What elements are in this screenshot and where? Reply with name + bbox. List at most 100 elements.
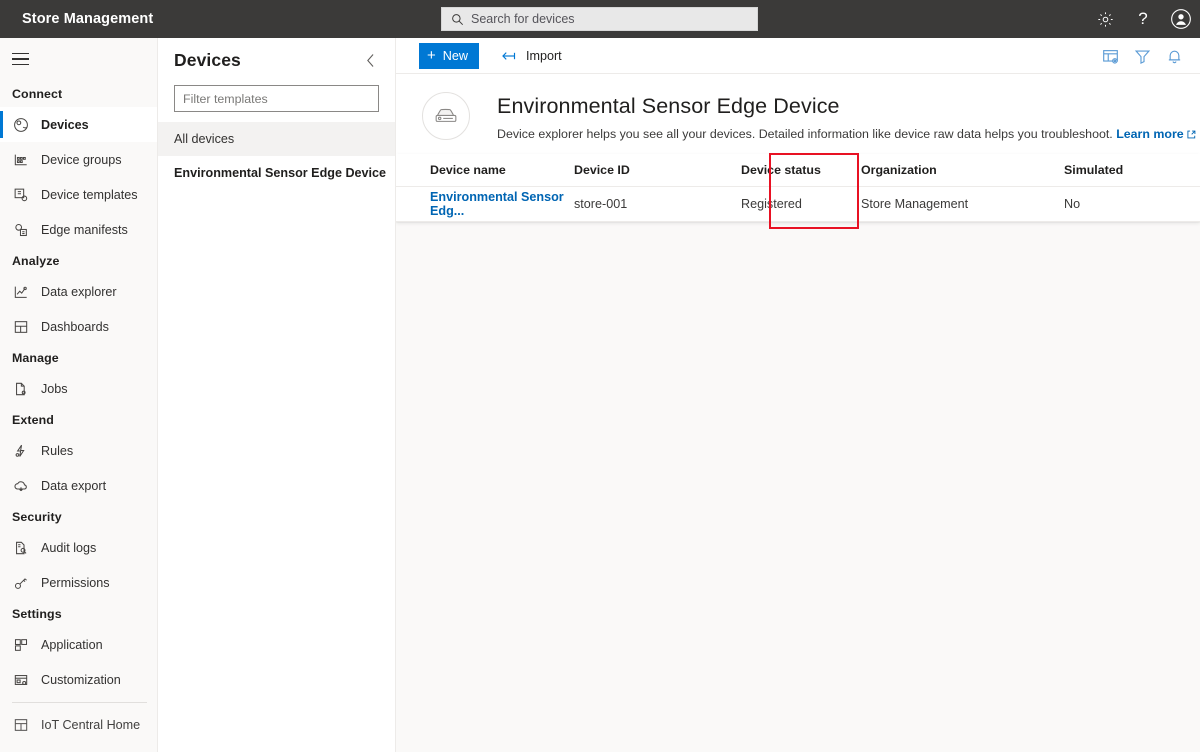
command-bar: + New Import <box>396 38 1200 74</box>
left-navigation: Connect Devices Device groups Device tem… <box>0 38 158 752</box>
sidebar-item-iot-central-home[interactable]: IoT Central Home <box>0 707 157 742</box>
learn-more-link[interactable]: Learn more <box>1116 127 1196 142</box>
table-header-row: Device name Device ID Device status Orga… <box>396 154 1200 187</box>
filter-funnel-icon[interactable] <box>1126 40 1158 72</box>
cell-device-status: Registered <box>741 186 861 222</box>
devices-icon <box>12 116 30 134</box>
sidebar-item-audit-logs[interactable]: Audit logs <box>0 530 157 565</box>
templates-panel-header: Devices <box>158 38 395 76</box>
device-name-link[interactable]: Environmental Sensor Edg... <box>430 190 564 218</box>
top-bar-actions: ? <box>1086 0 1200 38</box>
template-item-environmental-sensor-edge-device[interactable]: Environmental Sensor Edge Device <box>158 156 395 190</box>
device-groups-icon <box>12 151 30 169</box>
nav-divider <box>12 702 147 703</box>
data-export-icon <box>12 477 30 495</box>
nav-section-settings: Settings <box>12 607 62 621</box>
app-title: Store Management <box>22 11 154 27</box>
sidebar-item-jobs[interactable]: Jobs <box>0 371 157 406</box>
import-arrow-icon <box>501 48 517 64</box>
sidebar-item-label: Devices <box>41 117 89 132</box>
page-subtitle-text: Device explorer helps you see all your d… <box>497 127 1113 141</box>
top-app-bar: Store Management ? <box>0 0 1200 38</box>
sidebar-item-data-export[interactable]: Data export <box>0 468 157 503</box>
filter-templates-input[interactable] <box>175 87 378 110</box>
cell-simulated: No <box>1064 186 1200 222</box>
sidebar-item-label: Data explorer <box>41 284 117 299</box>
cell-organization: Store Management <box>861 186 1064 222</box>
edge-manifests-icon <box>12 221 30 239</box>
page-title: Devices <box>174 49 241 70</box>
account-avatar-icon[interactable] <box>1162 0 1200 38</box>
global-search-box[interactable] <box>441 7 758 31</box>
command-bar-actions <box>1094 38 1190 74</box>
search-icon <box>450 12 464 26</box>
sidebar-item-customization[interactable]: Customization <box>0 662 157 697</box>
new-button-label: New <box>442 48 468 63</box>
sidebar-item-device-groups[interactable]: Device groups <box>0 142 157 177</box>
external-link-icon <box>1187 128 1196 142</box>
rules-icon <box>12 442 30 460</box>
audit-logs-icon <box>12 539 30 557</box>
sidebar-item-device-templates[interactable]: Device templates <box>0 177 157 212</box>
application-icon <box>12 636 30 654</box>
sidebar-item-label: IoT Central Home <box>41 717 141 732</box>
column-header-simulated[interactable]: Simulated <box>1064 154 1200 187</box>
page-header-text: Environmental Sensor Edge Device Device … <box>497 92 1196 142</box>
table-row[interactable]: Environmental Sensor Edg... store-001 Re… <box>396 186 1200 222</box>
dashboards-icon <box>12 318 30 336</box>
sidebar-item-label: Customization <box>41 672 121 687</box>
page-header: Environmental Sensor Edge Device Device … <box>396 74 1200 154</box>
device-templates-icon <box>12 186 30 204</box>
data-explorer-icon <box>12 283 30 301</box>
device-templates-panel: Devices All devices Environmental Sensor… <box>158 38 396 752</box>
sidebar-item-application[interactable]: Application <box>0 627 157 662</box>
sidebar-item-edge-manifests[interactable]: Edge manifests <box>0 212 157 247</box>
column-header-device-id[interactable]: Device ID <box>574 154 741 187</box>
sidebar-item-data-explorer[interactable]: Data explorer <box>0 274 157 309</box>
notification-bell-icon[interactable] <box>1158 40 1190 72</box>
nav-section-connect: Connect <box>12 87 63 101</box>
sidebar-item-label: Device templates <box>41 187 138 202</box>
templates-group-all-devices[interactable]: All devices <box>158 122 395 156</box>
sidebar-item-rules[interactable]: Rules <box>0 433 157 468</box>
column-options-icon[interactable] <box>1094 40 1126 72</box>
cell-device-name[interactable]: Environmental Sensor Edg... <box>396 186 574 222</box>
column-header-device-name[interactable]: Device name <box>396 154 574 187</box>
gear-icon[interactable] <box>1086 0 1124 38</box>
import-button[interactable]: Import <box>495 43 568 69</box>
devices-table-container: Device name Device ID Device status Orga… <box>396 154 1200 222</box>
sidebar-item-label: Device groups <box>41 152 122 167</box>
sidebar-item-label: Data export <box>41 478 107 493</box>
nav-section-analyze: Analyze <box>12 254 60 268</box>
nav-section-extend: Extend <box>12 413 54 427</box>
plus-icon: + <box>427 47 436 64</box>
iot-central-home-icon <box>12 716 30 734</box>
sidebar-item-label: Jobs <box>41 381 68 396</box>
cell-device-id: store-001 <box>574 186 741 222</box>
jobs-icon <box>12 380 30 398</box>
search-input[interactable] <box>464 9 757 29</box>
help-question-icon[interactable]: ? <box>1124 0 1162 38</box>
filter-templates-box[interactable] <box>174 85 379 112</box>
sidebar-item-permissions[interactable]: Permissions <box>0 565 157 600</box>
learn-more-label: Learn more <box>1116 127 1184 141</box>
column-header-device-status[interactable]: Device status <box>741 154 861 187</box>
sidebar-item-label: Rules <box>41 443 74 458</box>
sidebar-item-label: Permissions <box>41 575 110 590</box>
sidebar-item-dashboards[interactable]: Dashboards <box>0 309 157 344</box>
nav-section-security: Security <box>12 510 62 524</box>
nav-section-manage: Manage <box>12 351 59 365</box>
customization-icon <box>12 671 30 689</box>
new-device-button[interactable]: + New <box>419 42 479 69</box>
sidebar-item-devices[interactable]: Devices <box>0 107 157 142</box>
page-subtitle: Device explorer helps you see all your d… <box>497 127 1196 142</box>
devices-table: Device name Device ID Device status Orga… <box>396 154 1200 222</box>
column-header-organization[interactable]: Organization <box>861 154 1064 187</box>
hamburger-menu-icon[interactable] <box>0 38 157 80</box>
permissions-key-icon <box>12 574 30 592</box>
table-header: Device name Device ID Device status Orga… <box>396 154 1200 187</box>
sidebar-item-label: Edge manifests <box>41 222 128 237</box>
main-content: + New Import Environmental Sensor Edge D… <box>396 38 1200 752</box>
chevron-left-icon[interactable] <box>361 50 381 70</box>
table-body: Environmental Sensor Edg... store-001 Re… <box>396 186 1200 222</box>
